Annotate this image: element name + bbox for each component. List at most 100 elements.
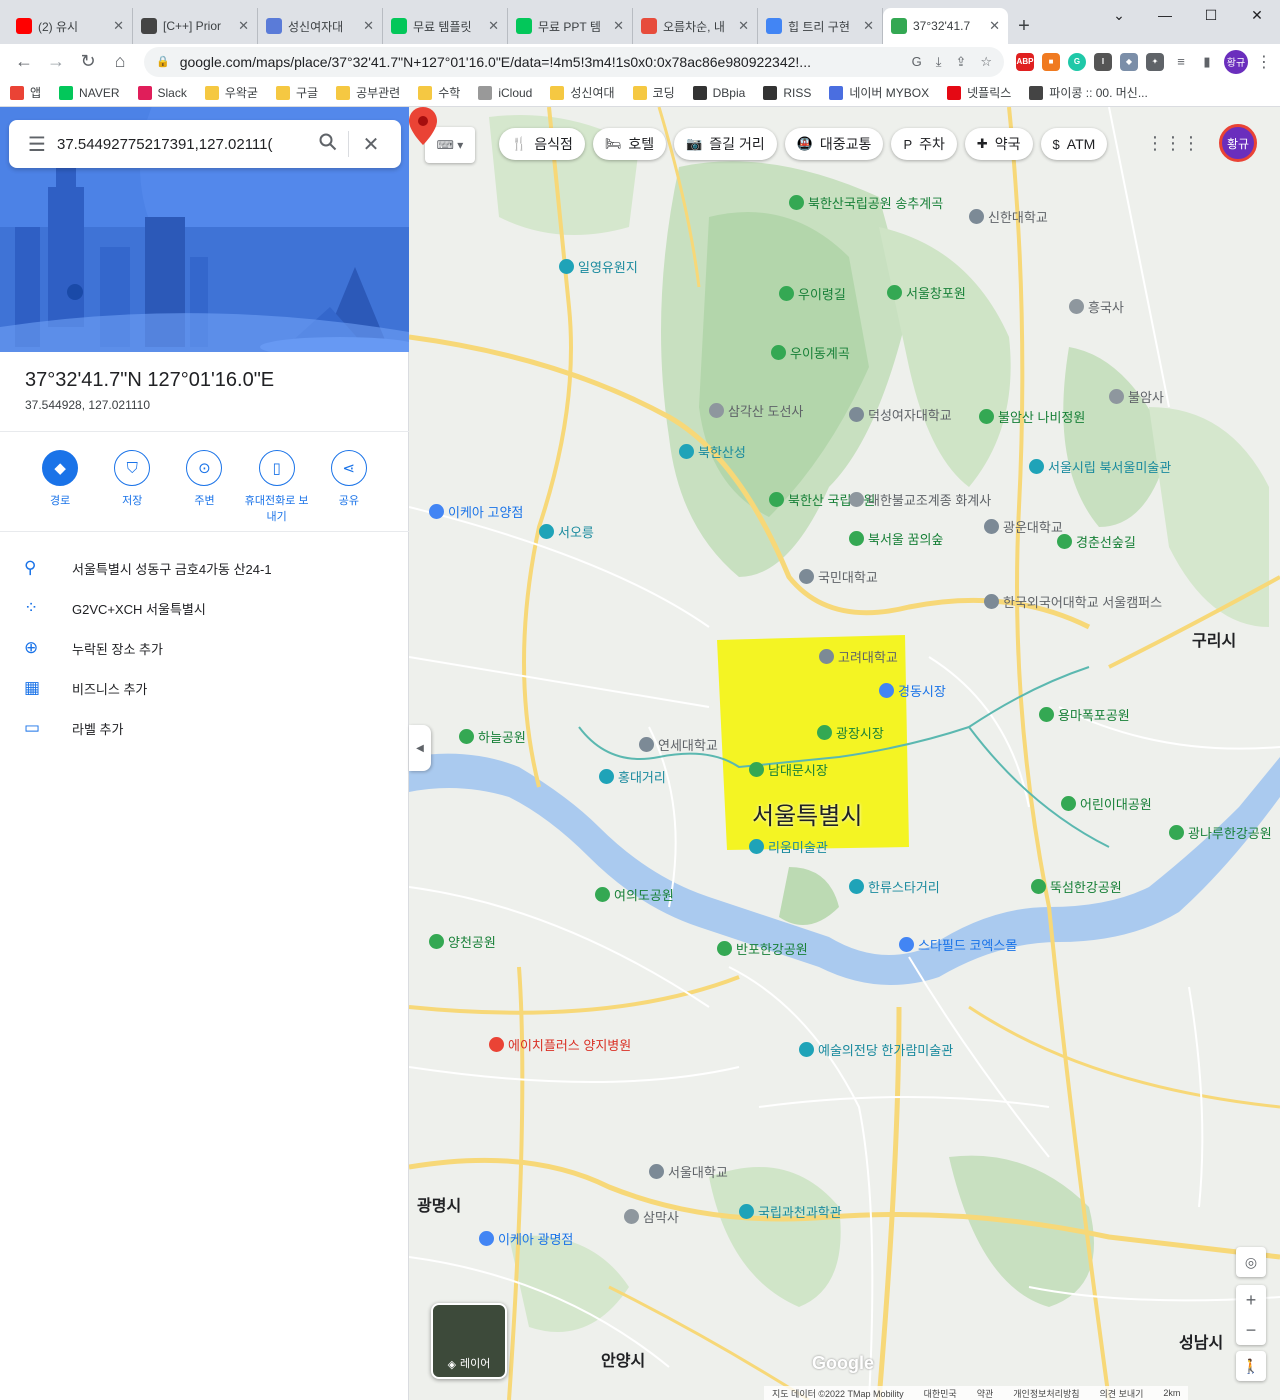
browser-tab[interactable]: 힙 트리 구현 ✕	[758, 8, 883, 44]
poi-school[interactable]: 신한대학교	[969, 207, 1048, 226]
extensions-puzzle-icon[interactable]: ✦	[1146, 52, 1164, 71]
lock-icon[interactable]: 🔒	[156, 55, 170, 68]
browser-tab[interactable]: [C++] Prior ✕	[133, 8, 258, 44]
bookmark-item[interactable]: 코딩	[632, 84, 675, 101]
poi-school[interactable]: 국민대학교	[799, 567, 878, 586]
star-icon[interactable]: ☆	[980, 54, 992, 70]
poi-temple[interactable]: 불암사	[1109, 387, 1164, 406]
poi-park[interactable]: 우이령길	[779, 284, 846, 303]
poi-attraction[interactable]: 한류스타거리	[849, 877, 940, 896]
minimize-button[interactable]: —	[1142, 0, 1188, 30]
poi-park[interactable]: 서울창포원	[887, 283, 966, 302]
poi-attraction[interactable]: 일영유원지	[559, 257, 638, 276]
attribution-item[interactable]: 2km	[1163, 1388, 1180, 1398]
more-menu-icon[interactable]: ⋮	[1256, 52, 1272, 72]
layers-button[interactable]: ◈ 레이어	[431, 1303, 507, 1379]
close-icon[interactable]: ✕	[349, 132, 393, 157]
browser-tab[interactable]: 37°32'41.7 ✕	[883, 8, 1008, 44]
bookmark-item[interactable]: Slack	[137, 85, 187, 100]
phone-button[interactable]: ▯ 휴대전화로 보내기	[241, 450, 313, 524]
poi-park[interactable]: 북한산국립공원 송추계곡	[789, 193, 943, 212]
nearby-button[interactable]: ⊙ 주변	[168, 450, 240, 524]
poi-park[interactable]: 광장시장	[817, 723, 884, 742]
bookmark-item[interactable]: NAVER	[59, 85, 120, 100]
browser-tab[interactable]: 오름차순, 내 ✕	[633, 8, 758, 44]
close-tab-icon[interactable]: ✕	[989, 18, 1000, 34]
grammar-extension-icon[interactable]: G	[1068, 52, 1086, 71]
chip-camera[interactable]: 📷 즐길 거리	[674, 128, 777, 160]
adblock-plus-icon[interactable]: ABP	[1016, 52, 1034, 71]
bookmark-item[interactable]: 파이콩 :: 00. 머신...	[1029, 84, 1148, 101]
browser-tab[interactable]: (2) 유시 ✕	[8, 8, 133, 44]
bookmark-item[interactable]: DBpia	[692, 85, 745, 100]
google-lens-icon[interactable]: G	[912, 54, 922, 70]
close-tab-icon[interactable]: ✕	[863, 18, 874, 34]
bookmark-item[interactable]: 성신여대	[550, 84, 615, 101]
poi-park[interactable]: 우이동계곡	[771, 343, 850, 362]
chip-parking[interactable]: P 주차	[891, 128, 957, 160]
profile-avatar[interactable]: 황규	[1224, 49, 1248, 74]
chip-hotel[interactable]: 🛏 호텔	[592, 128, 667, 160]
zoom-out-button[interactable]: −	[1236, 1315, 1266, 1345]
poi-park[interactable]: 반포한강공원	[717, 939, 808, 958]
close-window-button[interactable]: ✕	[1234, 0, 1280, 30]
address-bar[interactable]: 🔒 google.com/maps/place/37°32'41.7"N+127…	[144, 46, 1004, 77]
chip-restaurant[interactable]: 🍴 음식점	[499, 128, 585, 160]
forward-button[interactable]: →	[40, 46, 72, 78]
poi-school[interactable]: 광운대학교	[984, 517, 1063, 536]
poi-park[interactable]: 하늘공원	[459, 727, 526, 746]
maximize-button[interactable]: ☐	[1188, 0, 1234, 30]
location-pin-icon[interactable]	[409, 107, 437, 145]
poi-shop[interactable]: 경동시장	[879, 681, 946, 700]
close-tab-icon[interactable]: ✕	[488, 18, 499, 34]
poi-park[interactable]: 광나루한강공원	[1169, 823, 1272, 842]
info-row[interactable]: ▭ 라벨 추가	[0, 708, 409, 748]
close-tab-icon[interactable]: ✕	[738, 18, 749, 34]
poi-park[interactable]: 남대문시장	[749, 760, 828, 779]
attribution-item[interactable]: 약관	[977, 1387, 994, 1400]
bookmark-item[interactable]: 수학	[418, 84, 460, 101]
search-icon[interactable]	[308, 133, 348, 156]
poi-park[interactable]: 불암산 나비정원	[979, 407, 1085, 426]
attribution-item[interactable]: 의견 보내기	[1100, 1387, 1144, 1400]
poi-school[interactable]: 한국외국어대학교 서울캠퍼스	[984, 592, 1162, 611]
poi-park[interactable]: 경춘선숲길	[1057, 532, 1136, 551]
bookmark-item[interactable]: 앱	[10, 84, 41, 101]
bookmark-item[interactable]: 우왁굳	[204, 84, 258, 101]
my-location-icon[interactable]: ◎	[1236, 1247, 1266, 1277]
poi-attraction[interactable]: 서오릉	[539, 522, 594, 541]
poi-temple[interactable]: 삼막사	[624, 1207, 679, 1226]
poi-school[interactable]: 연세대학교	[639, 735, 718, 754]
side-panel-icon[interactable]: ▮	[1198, 53, 1216, 71]
close-tab-icon[interactable]: ✕	[613, 18, 624, 34]
poi-hospital[interactable]: 에이치플러스 양지병원	[489, 1035, 631, 1054]
browser-tab[interactable]: 성신여자대 ✕	[258, 8, 383, 44]
install-icon[interactable]: ⤓	[936, 54, 942, 70]
bookmark-item[interactable]: 넷플릭스	[947, 84, 1011, 101]
bookmark-item[interactable]: iCloud	[478, 85, 532, 100]
bookmark-item[interactable]: RISS	[763, 85, 811, 100]
poi-park[interactable]: 뚝섬한강공원	[1031, 877, 1122, 896]
info-row[interactable]: ▦ 비즈니스 추가	[0, 668, 409, 708]
chip-pharmacy[interactable]: ✚ 약국	[964, 128, 1033, 160]
chip-transit[interactable]: 🚇 대중교통	[784, 128, 884, 160]
google-apps-icon[interactable]: ⋮⋮⋮	[1146, 133, 1200, 154]
chip-atm[interactable]: $ ATM	[1040, 128, 1108, 160]
poi-school[interactable]: 서울대학교	[649, 1162, 728, 1181]
chevron-down-icon[interactable]: ⌄	[1096, 0, 1142, 30]
browser-tab[interactable]: 무료 PPT 템 ✕	[508, 8, 633, 44]
street-view-pegman-icon[interactable]: 🚶	[1236, 1351, 1266, 1381]
bookmark-button[interactable]: ⛉ 저장	[96, 450, 168, 524]
new-tab-button[interactable]: +	[1008, 8, 1040, 44]
poi-attraction[interactable]: 북한산성	[679, 442, 746, 461]
attribution-item[interactable]: 개인정보처리방침	[1013, 1387, 1079, 1400]
info-row[interactable]: ⁘ G2VC+XCH 서울특별시	[0, 588, 409, 628]
info-row[interactable]: ⊕ 누락된 장소 추가	[0, 628, 409, 668]
zoom-in-button[interactable]: +	[1236, 1285, 1266, 1315]
poi-park[interactable]: 양천공원	[429, 932, 496, 951]
bookmark-item[interactable]: 구글	[275, 84, 318, 101]
share-page-icon[interactable]: ⇪	[955, 54, 966, 70]
puzzle-extension-icon[interactable]: ◆	[1120, 52, 1138, 71]
reading-list-icon[interactable]: ≡	[1172, 53, 1190, 71]
reload-button[interactable]: ↻	[72, 46, 104, 78]
